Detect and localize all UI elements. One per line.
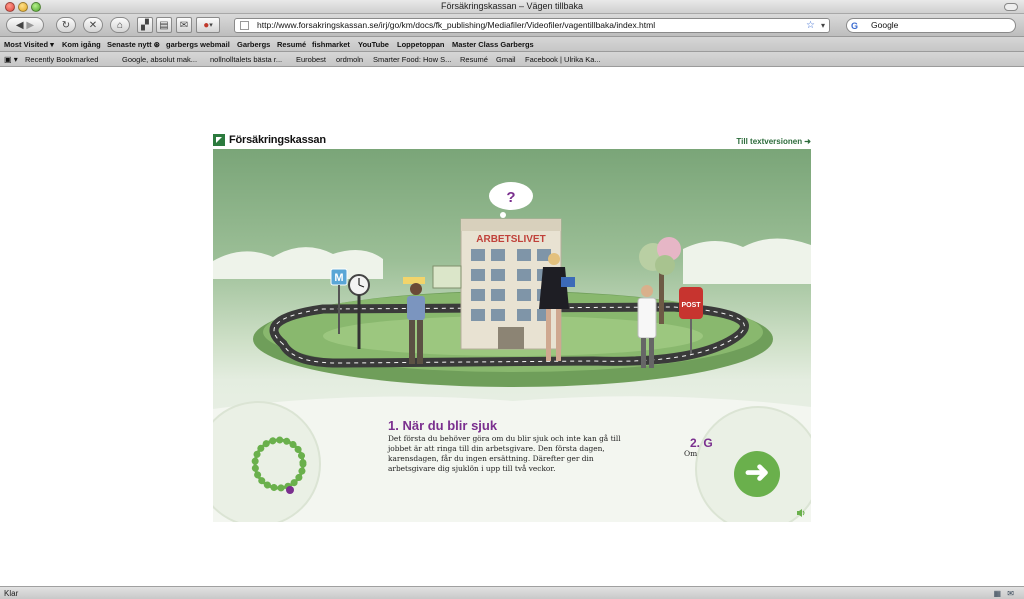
back-arrow-icon[interactable]: ◀ bbox=[16, 20, 24, 31]
bookmark-smarter-food[interactable]: Smarter Food: How S... bbox=[373, 55, 451, 64]
bookmark-nollnolltalets[interactable]: nollnolltalets bästa r... bbox=[210, 55, 282, 64]
bookmark-google-absolut[interactable]: Google, absolut mak... bbox=[122, 55, 197, 64]
bookmark-recently-bookmarked[interactable]: Recently Bookmarked bbox=[25, 55, 98, 64]
text-version-link[interactable]: Till textversionen ➜ bbox=[700, 137, 811, 146]
page-favicon-icon bbox=[240, 21, 249, 30]
bookmark-master-class[interactable]: Master Class Garbergs bbox=[452, 40, 534, 49]
building-entrance bbox=[498, 327, 524, 349]
arrow-right-icon: ➜ bbox=[744, 456, 770, 489]
sound-toggle-icon[interactable] bbox=[796, 508, 806, 518]
direction-sign-shape bbox=[403, 277, 425, 284]
forward-arrow-icon[interactable]: ▶ bbox=[26, 20, 34, 31]
bookmarks-toolbar-secondary: ▣ ▾ Recently Bookmarked Google, absolut … bbox=[0, 52, 1024, 67]
next-step-body-peek: Om bbox=[684, 449, 698, 458]
stop-icon: ✕ bbox=[88, 19, 98, 31]
bookmark-ordmoln[interactable]: ordmoln bbox=[336, 55, 363, 64]
search-engine-icon[interactable]: G bbox=[851, 20, 858, 33]
bookmarks-toolbar: Most Visited ▾ Kom igång Senaste nytt ⊛ … bbox=[0, 37, 1024, 52]
bookmark-facebook[interactable]: Facebook | Ulrika Ka... bbox=[525, 55, 601, 64]
address-bar[interactable]: http://www.forsakringskassan.se/irj/go/k… bbox=[234, 18, 830, 33]
bookmark-gmail[interactable]: Gmail bbox=[496, 55, 516, 64]
home-icon: ⌂ bbox=[116, 19, 124, 31]
bookmark-loppetoppan[interactable]: Loppetoppan bbox=[397, 40, 445, 49]
building-sign: ARBETSLIVET bbox=[476, 234, 545, 245]
url-history-dropdown-icon[interactable]: ▾ bbox=[821, 19, 825, 32]
bookmark-star-icon[interactable]: ☆ bbox=[806, 19, 815, 32]
bookmark-kom-igang[interactable]: Kom igång bbox=[62, 40, 101, 49]
thought-bubble-question: ? bbox=[506, 189, 515, 206]
reload-icon: ↻ bbox=[61, 19, 71, 31]
mailbox-label: POST bbox=[681, 302, 701, 309]
step-title: 1. När du blir sjuk bbox=[388, 418, 498, 433]
addon-button-2[interactable]: ▤ bbox=[156, 17, 172, 33]
next-step-button[interactable]: ➜ bbox=[734, 451, 780, 497]
fk-logo[interactable]: Försäkringskassan bbox=[213, 133, 326, 147]
back-forward-button[interactable]: ◀ ▶ bbox=[6, 17, 44, 33]
window-icon: ▤ bbox=[159, 19, 169, 31]
address-bar-url: http://www.forsakringskassan.se/irj/go/k… bbox=[257, 20, 656, 30]
search-box-value: Google bbox=[871, 20, 899, 30]
fk-logo-icon bbox=[213, 134, 225, 146]
bookmark-garbergs-webmail[interactable]: garbergs webmail bbox=[166, 40, 230, 49]
reload-button[interactable]: ↻ bbox=[56, 17, 76, 33]
bookmark-fishmarket[interactable]: fishmarket bbox=[312, 40, 350, 49]
window-titlebar: Försäkringskassan – Vägen tillbaka bbox=[0, 0, 1024, 14]
progress-marker-icon bbox=[286, 486, 294, 494]
mail-icon: ✉ bbox=[179, 19, 189, 31]
step-description: Det första du behöver göra om du blir sj… bbox=[388, 434, 621, 473]
toolbar-toggle-icon[interactable] bbox=[1004, 3, 1018, 11]
browser-toolbar: ◀ ▶ ↻ ✕ ⌂ ▞ ▤ ✉ ● ▾ http://www.forsakring… bbox=[0, 14, 1024, 37]
addon-button-1[interactable]: ▞ bbox=[137, 17, 153, 33]
cloud-right-shape bbox=[683, 238, 811, 284]
home-button[interactable]: ⌂ bbox=[110, 17, 130, 33]
status-bar: Klar ▦ ✉ bbox=[0, 586, 1024, 599]
fk-logo-text: Försäkringskassan bbox=[229, 134, 326, 146]
woman-figure bbox=[548, 253, 560, 265]
addon-button-4[interactable]: ● ▾ bbox=[196, 17, 220, 33]
status-text: Klar bbox=[4, 589, 19, 598]
bookmark-senaste-nytt[interactable]: Senaste nytt ⊛ bbox=[107, 40, 160, 49]
metro-sign-letter: M bbox=[334, 272, 343, 284]
doctor-figure bbox=[641, 285, 653, 297]
billboard-shape bbox=[432, 265, 462, 289]
next-step-title-peek: 2. G bbox=[690, 436, 713, 450]
stop-button[interactable]: ✕ bbox=[83, 17, 103, 33]
bookmark-resume[interactable]: Resumé bbox=[277, 40, 306, 49]
search-box[interactable]: G Google bbox=[846, 18, 1016, 33]
bookmark-eurobest[interactable]: Eurobest bbox=[296, 55, 326, 64]
status-addon-icons[interactable]: ▦ ✉ bbox=[994, 589, 1016, 598]
bookmark-most-visited[interactable]: Most Visited ▾ bbox=[4, 40, 54, 49]
bookmark-garbergs[interactable]: Garbergs bbox=[237, 40, 270, 49]
window-title: Försäkringskassan – Vägen tillbaka bbox=[440, 1, 584, 11]
bookmark-youtube[interactable]: YouTube bbox=[358, 40, 389, 49]
folder-shape bbox=[561, 277, 575, 287]
man-figure bbox=[410, 283, 422, 295]
bookmark-resume-2[interactable]: Resumé bbox=[460, 55, 488, 64]
addon-button-3[interactable]: ✉ bbox=[176, 17, 192, 33]
addon-icon: ▞ bbox=[141, 19, 149, 31]
rss-feed-icon[interactable]: ▣ ▾ bbox=[4, 55, 18, 64]
